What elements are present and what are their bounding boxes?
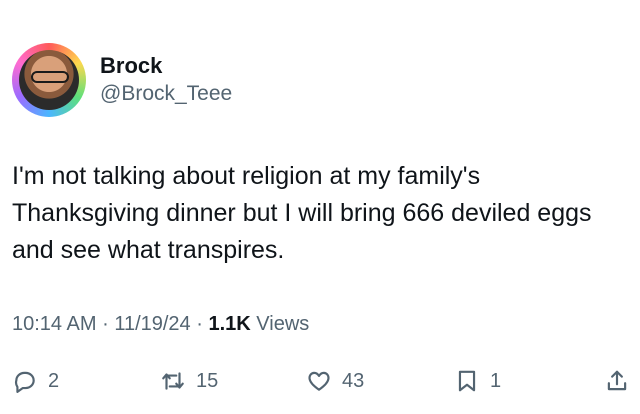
meta-separator: · [102,313,109,335]
tweet-time[interactable]: 10:14 AM [12,313,97,335]
avatar[interactable] [12,43,86,117]
like-count: 43 [342,369,365,392]
tweet-actions: 2 15 43 1 [10,364,630,398]
retweet-button[interactable]: 15 [160,364,218,398]
avatar-glasses [31,71,69,83]
retweet-icon [162,372,184,390]
tweet-text: I'm not talking about religion at my fam… [12,162,592,264]
share-button[interactable] [604,364,630,398]
reply-bubble-icon [14,371,35,393]
author-handle[interactable]: @Brock_Teee [100,81,232,107]
share-icon [607,370,627,391]
author-names: Brock @Brock_Teee [100,53,232,107]
views-label: Views [256,313,310,335]
author-display-name[interactable]: Brock [100,53,232,79]
bookmark-icon [458,370,476,392]
views-count: 1.1K [208,313,251,335]
bookmark-button[interactable]: 1 [454,364,501,398]
tweet-meta: 10:14 AM · 11/19/24 · 1.1K Views [12,310,309,338]
tweet-header: Brock @Brock_Teee [12,42,232,118]
reply-count: 2 [48,369,60,392]
like-button[interactable]: 43 [306,364,364,398]
retweet-count: 15 [196,369,219,392]
heart-icon [308,371,330,391]
tweet-date[interactable]: 11/19/24 [114,313,190,335]
bookmark-count: 1 [490,369,502,392]
meta-separator: · [196,313,203,335]
reply-button[interactable]: 2 [12,364,59,398]
